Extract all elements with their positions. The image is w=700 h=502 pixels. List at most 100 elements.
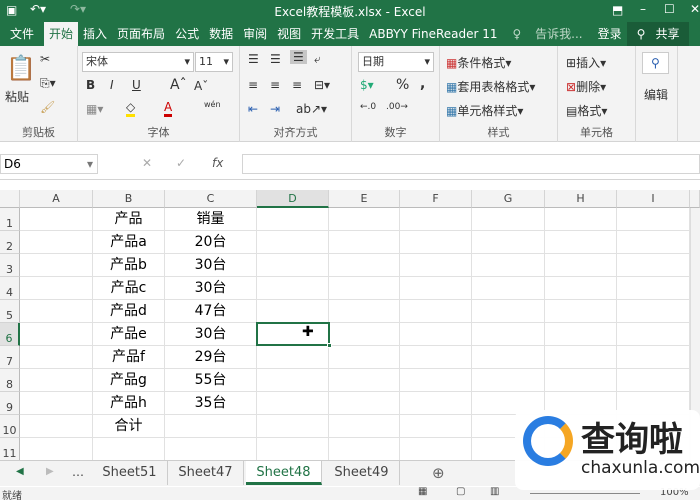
cell-G8[interactable] bbox=[472, 369, 545, 392]
align-center-icon[interactable]: ≡ bbox=[270, 78, 280, 92]
maximize-icon[interactable]: ☐ bbox=[664, 2, 675, 16]
increase-decimal-icon[interactable]: ←.0 bbox=[360, 102, 376, 112]
cell-B9[interactable]: 产品h bbox=[93, 392, 165, 415]
cell-D2[interactable] bbox=[257, 231, 329, 254]
cut-icon[interactable]: ✂ bbox=[40, 52, 50, 66]
cell-I8[interactable] bbox=[617, 369, 690, 392]
tell-me-search[interactable]: ♀ 告诉我... bbox=[503, 22, 593, 46]
increase-indent-icon[interactable]: ⇥ bbox=[270, 102, 280, 116]
cell-E11[interactable] bbox=[329, 438, 400, 460]
insert-function-button[interactable]: fx bbox=[212, 156, 223, 170]
cell-E2[interactable] bbox=[329, 231, 400, 254]
italic-button[interactable]: I bbox=[110, 78, 114, 92]
percent-button[interactable]: % bbox=[396, 77, 409, 93]
name-box[interactable]: D6 ▾ bbox=[0, 154, 98, 174]
editing-button[interactable]: 编辑 bbox=[644, 86, 668, 103]
sheet-tab-sheet49[interactable]: Sheet49 bbox=[324, 461, 400, 485]
cell-G6[interactable] bbox=[472, 323, 545, 346]
align-bottom-icon[interactable]: ☰ bbox=[290, 50, 307, 64]
cell-B7[interactable]: 产品f bbox=[93, 346, 165, 369]
cell-C11[interactable] bbox=[165, 438, 257, 460]
tab-formulas[interactable]: 公式 bbox=[170, 22, 204, 46]
delete-cells-button[interactable]: ⊠删除▾ bbox=[566, 78, 606, 95]
cell-F9[interactable] bbox=[400, 392, 472, 415]
more-sheets-icon[interactable]: … bbox=[72, 465, 84, 479]
merge-icon[interactable]: ⊟▾ bbox=[314, 78, 330, 92]
cell-I3[interactable] bbox=[617, 254, 690, 277]
cell-D4[interactable] bbox=[257, 277, 329, 300]
column-header-F[interactable]: F bbox=[400, 190, 472, 208]
number-format-select[interactable]: 日期 ▾ bbox=[358, 52, 434, 72]
conditional-format-button[interactable]: ▦条件格式▾ bbox=[446, 54, 511, 71]
cell-D10[interactable] bbox=[257, 415, 329, 438]
cell-E3[interactable] bbox=[329, 254, 400, 277]
cell-D3[interactable] bbox=[257, 254, 329, 277]
tab-file[interactable]: 文件 bbox=[0, 22, 44, 46]
cell-F8[interactable] bbox=[400, 369, 472, 392]
cell-F6[interactable] bbox=[400, 323, 472, 346]
tab-abbyy[interactable]: ABBYY FineReader 11 bbox=[364, 22, 502, 46]
wrap-text-icon[interactable]: ⤶ bbox=[314, 52, 321, 67]
cell-F11[interactable] bbox=[400, 438, 472, 460]
tab-insert[interactable]: 插入 bbox=[78, 22, 112, 46]
page-break-icon[interactable]: ▥ bbox=[490, 486, 499, 497]
column-header-I[interactable]: I bbox=[617, 190, 690, 208]
cell-C2[interactable]: 20台 bbox=[165, 231, 257, 254]
cell-E10[interactable] bbox=[329, 415, 400, 438]
font-size-select[interactable]: 11 ▾ bbox=[195, 52, 233, 72]
formula-input[interactable] bbox=[242, 154, 700, 174]
tab-home[interactable]: 开始 bbox=[44, 22, 79, 46]
fill-handle[interactable] bbox=[327, 343, 332, 348]
currency-icon[interactable]: $▾ bbox=[360, 78, 374, 92]
select-all-corner[interactable] bbox=[0, 190, 20, 208]
column-header-A[interactable]: A bbox=[20, 190, 93, 208]
column-header-B[interactable]: B bbox=[93, 190, 165, 208]
page-layout-icon[interactable]: ▢ bbox=[456, 486, 465, 497]
cell-A9[interactable] bbox=[20, 392, 93, 415]
phonetic-button[interactable]: wén bbox=[204, 100, 221, 109]
cell-C6[interactable]: 30台 bbox=[165, 323, 257, 346]
tab-data[interactable]: 数据 bbox=[204, 22, 238, 46]
cell-C9[interactable]: 35台 bbox=[165, 392, 257, 415]
cell-A10[interactable] bbox=[20, 415, 93, 438]
cell-E5[interactable] bbox=[329, 300, 400, 323]
paste-icon[interactable]: 📋 bbox=[6, 54, 36, 82]
cell-D11[interactable] bbox=[257, 438, 329, 460]
row-header-1[interactable]: 1 bbox=[0, 208, 20, 231]
scroll-left-icon[interactable]: ◀ bbox=[16, 466, 24, 477]
increase-font-icon[interactable]: Aˆ bbox=[170, 77, 187, 93]
cell-B5[interactable]: 产品d bbox=[93, 300, 165, 323]
cell-C4[interactable]: 30台 bbox=[165, 277, 257, 300]
cell-B6[interactable]: 产品e bbox=[93, 323, 165, 346]
tab-review[interactable]: 审阅 bbox=[238, 22, 272, 46]
align-middle-icon[interactable]: ☰ bbox=[270, 52, 281, 66]
cell-B11[interactable] bbox=[93, 438, 165, 460]
cell-I2[interactable] bbox=[617, 231, 690, 254]
cell-C5[interactable]: 47台 bbox=[165, 300, 257, 323]
cell-G5[interactable] bbox=[472, 300, 545, 323]
cell-I4[interactable] bbox=[617, 277, 690, 300]
cell-C10[interactable] bbox=[165, 415, 257, 438]
cell-A6[interactable] bbox=[20, 323, 93, 346]
row-header-6[interactable]: 6 bbox=[0, 323, 20, 346]
zoom-slider[interactable] bbox=[530, 493, 640, 494]
cell-E4[interactable] bbox=[329, 277, 400, 300]
cell-D9[interactable] bbox=[257, 392, 329, 415]
sheet-tab-sheet48[interactable]: Sheet48 bbox=[246, 461, 322, 485]
cell-H7[interactable] bbox=[545, 346, 617, 369]
add-sheet-icon[interactable]: ⊕ bbox=[432, 464, 445, 482]
cell-H3[interactable] bbox=[545, 254, 617, 277]
cell-A7[interactable] bbox=[20, 346, 93, 369]
row-header-9[interactable]: 9 bbox=[0, 392, 20, 415]
align-left-icon[interactable]: ≡ bbox=[248, 78, 258, 92]
cell-G2[interactable] bbox=[472, 231, 545, 254]
cell-C3[interactable]: 30台 bbox=[165, 254, 257, 277]
column-header-E[interactable]: E bbox=[329, 190, 400, 208]
cell-C8[interactable]: 55台 bbox=[165, 369, 257, 392]
align-top-icon[interactable]: ☰ bbox=[248, 52, 259, 66]
row-header-5[interactable]: 5 bbox=[0, 300, 20, 323]
cell-A11[interactable] bbox=[20, 438, 93, 460]
format-as-table-button[interactable]: ▦套用表格格式▾ bbox=[446, 78, 535, 95]
cell-I5[interactable] bbox=[617, 300, 690, 323]
cell-F5[interactable] bbox=[400, 300, 472, 323]
